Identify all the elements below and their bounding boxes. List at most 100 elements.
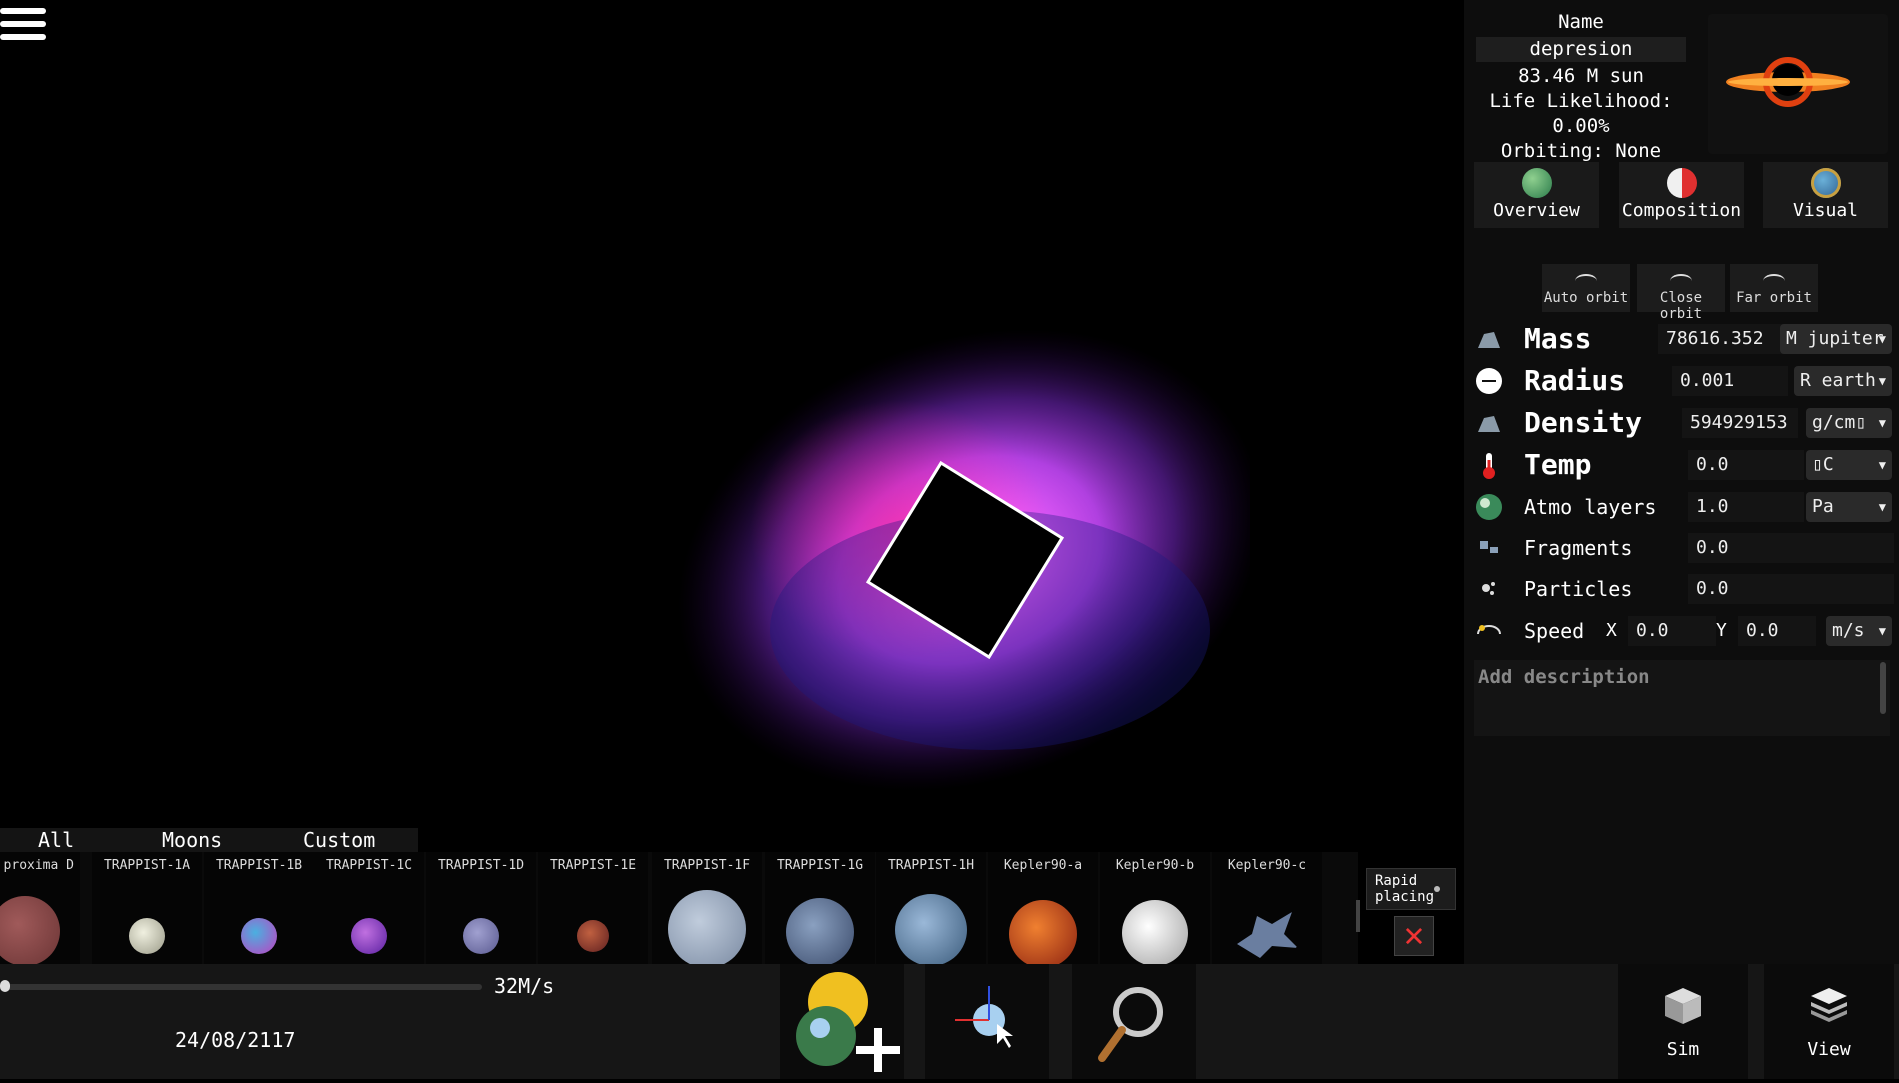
radius-input[interactable]: 0.001 (1672, 366, 1788, 396)
move-tool[interactable] (925, 964, 1049, 1079)
tab-all[interactable]: All (38, 828, 74, 852)
item-name: TRAPPIST-1A (103, 858, 191, 873)
temp-input[interactable]: 0.0 (1688, 450, 1804, 480)
toggle-indicator (1434, 886, 1440, 892)
planet-icon (463, 918, 499, 954)
particles-label: Particles (1524, 577, 1633, 601)
unit-label: M jupiter (1786, 328, 1884, 349)
catalog-item[interactable]: TRAPPIST-1C (314, 852, 424, 964)
atmo-unit-select[interactable]: Pa ▼ (1806, 492, 1892, 522)
item-name: TRAPPIST-1C (325, 858, 413, 873)
object-catalog: proxima D TRAPPIST-1A TRAPPIST-1B TRAPPI… (0, 852, 1358, 968)
atmo-input[interactable]: 1.0 (1688, 492, 1804, 522)
catalog-item[interactable]: TRAPPIST-1G (765, 852, 875, 966)
description-scrollbar[interactable] (1880, 662, 1886, 714)
auto-orbit-button[interactable]: Auto orbit (1542, 264, 1630, 312)
catalog-item[interactable]: TRAPPIST-1F (652, 852, 762, 968)
button-label: Sim (1666, 1039, 1700, 1060)
speed-y-label: Y (1716, 620, 1727, 641)
tab-label: Visual (1792, 200, 1859, 221)
catalog-item[interactable]: proxima D (0, 852, 80, 966)
catalog-item[interactable]: Kepler90-c (1212, 852, 1322, 964)
fragments-icon (1480, 541, 1498, 553)
add-object-tool[interactable] (780, 964, 904, 1079)
atmo-label: Atmo layers (1524, 495, 1657, 519)
planet-icon (1521, 168, 1552, 198)
temp-label: Temp (1524, 448, 1592, 481)
speed-x-input[interactable]: 0.0 (1628, 616, 1716, 646)
tab-overview[interactable]: Overview (1474, 162, 1599, 228)
chevron-down-icon: ▼ (1878, 332, 1886, 346)
rock-icon (1478, 332, 1500, 348)
density-row: Density 594929153 g/cm▯ ▼ (1472, 404, 1892, 442)
catalog-item[interactable]: Kepler90-b (1100, 852, 1210, 966)
menu-icon[interactable] (0, 8, 48, 48)
tab-moons[interactable]: Moons (162, 828, 222, 852)
chevron-down-icon: ▼ (1878, 624, 1886, 638)
planet-icon (577, 920, 609, 952)
tab-composition[interactable]: Composition (1619, 162, 1744, 228)
catalog-scrollbar[interactable] (1356, 900, 1360, 932)
catalog-item[interactable]: TRAPPIST-1B (204, 852, 314, 964)
cube-icon (1665, 988, 1701, 1024)
density-input[interactable]: 594929153 (1682, 408, 1798, 438)
close-button[interactable]: ✕ (1394, 916, 1434, 956)
far-orbit-button[interactable]: Far orbit (1730, 264, 1818, 312)
mass-label: Mass (1524, 322, 1592, 355)
view-button[interactable]: View (1764, 964, 1894, 1079)
thermometer-icon (1483, 453, 1495, 479)
mass-unit-select[interactable]: M jupiter ▼ (1780, 324, 1892, 354)
sim-button[interactable]: Sim (1618, 964, 1748, 1079)
sim-date: 24/08/2117 (175, 1028, 296, 1052)
radius-row: Radius 0.001 R earth ▼ (1472, 362, 1892, 400)
item-name: TRAPPIST-1H (887, 858, 975, 873)
unit-label: g/cm▯ (1812, 412, 1867, 433)
unit-label: R earth (1800, 370, 1876, 391)
close-orbit-button[interactable]: Close orbit (1637, 264, 1725, 322)
slider-handle[interactable] (0, 980, 10, 992)
catalog-item[interactable]: TRAPPIST-1D (426, 852, 536, 964)
button-label: Far orbit (1736, 290, 1812, 306)
radius-unit-select[interactable]: R earth ▼ (1794, 366, 1892, 396)
rapid-placing-toggle[interactable]: Rapid placing (1366, 868, 1456, 910)
planet-icon (0, 896, 60, 966)
black-hole-object[interactable] (570, 300, 1250, 820)
add-planet-icon (796, 972, 900, 1072)
rock-icon (1478, 416, 1500, 432)
item-name: Kepler90-a (1003, 858, 1083, 873)
item-name: proxima D (3, 858, 74, 873)
name-field[interactable]: depresion (1476, 37, 1686, 62)
button-label: Auto orbit (1543, 290, 1629, 306)
move-icon (955, 986, 1013, 1048)
search-tool[interactable] (1072, 964, 1196, 1079)
planet-icon (786, 898, 854, 966)
catalog-item[interactable]: TRAPPIST-1A (92, 852, 202, 964)
catalog-item[interactable]: TRAPPIST-1E (538, 852, 648, 964)
description-field[interactable]: Add description (1474, 660, 1890, 736)
tab-visual[interactable]: Visual (1763, 162, 1888, 228)
sim-speed-value: 32M/s (494, 974, 555, 998)
temp-unit-select[interactable]: ▯C ▼ (1806, 450, 1892, 480)
catalog-item[interactable]: TRAPPIST-1H (876, 852, 986, 966)
orbit-icon (1575, 274, 1597, 288)
button-label: Close orbit (1659, 290, 1703, 322)
black-hole-icon (1726, 57, 1850, 107)
sim-speed-slider[interactable] (0, 984, 482, 990)
name-label: Name (1558, 11, 1604, 33)
density-unit-select[interactable]: g/cm▯ ▼ (1806, 408, 1892, 438)
catalog-item[interactable]: Kepler90-a (988, 852, 1098, 968)
object-preview (1708, 14, 1888, 154)
particles-input[interactable]: 0.0 (1688, 574, 1894, 604)
speed-y-input[interactable]: 0.0 (1738, 616, 1816, 646)
planet-icon (1476, 494, 1502, 520)
radius-label: Radius (1524, 364, 1626, 397)
chevron-down-icon: ▼ (1878, 500, 1886, 514)
particles-row: Particles 0.0 (1472, 570, 1894, 608)
fragments-input[interactable]: 0.0 (1688, 533, 1894, 563)
composition-icon (1666, 168, 1697, 198)
speed-unit-select[interactable]: m/s ▼ (1826, 616, 1892, 646)
tab-custom[interactable]: Custom (303, 828, 375, 852)
mass-input[interactable]: 78616.352 (1658, 324, 1788, 354)
planet-icon (1122, 900, 1188, 966)
chevron-down-icon: ▼ (1878, 374, 1886, 388)
